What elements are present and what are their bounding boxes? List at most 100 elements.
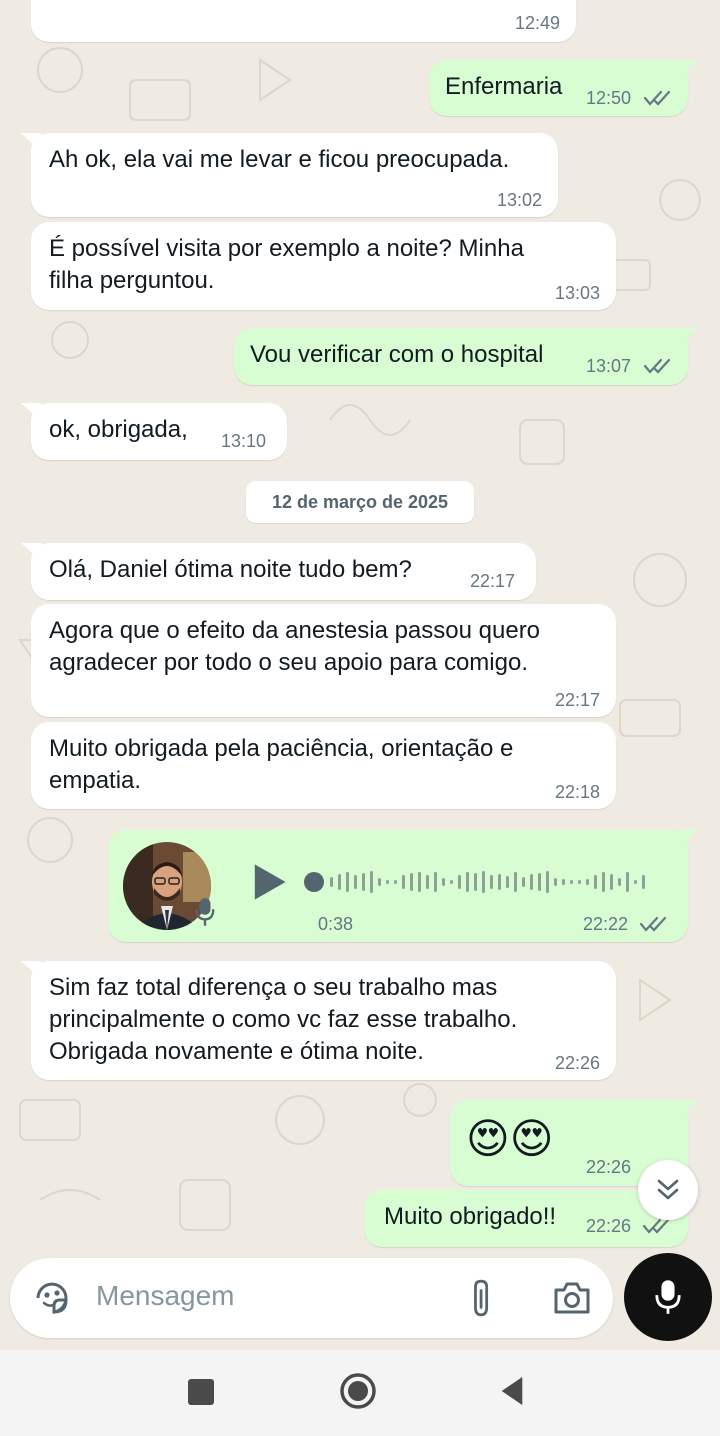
waveform-bar	[522, 877, 525, 887]
waveform-bar	[370, 871, 373, 893]
bubble-tail	[21, 133, 41, 151]
waveform-bar	[474, 873, 477, 891]
message-bubble-incoming[interactable]: Sim faz total diferença o seu trabalho m…	[21, 961, 616, 1080]
waveform-bar	[642, 875, 645, 889]
message-time: 22:22	[583, 914, 629, 934]
waveform-bar	[330, 877, 333, 887]
message-bubble-incoming[interactable]: Muito obrigada pela paciência, orientaçã…	[31, 722, 616, 809]
message-time: 13:03	[554, 283, 600, 303]
message-bubble-outgoing[interactable]: Vou verificar com o hospital 13:07	[234, 328, 698, 385]
waveform-bar	[362, 873, 365, 891]
triangle-back-icon[interactable]	[498, 1374, 526, 1408]
message-text: Olá, Daniel ótima noite tudo bem?	[49, 556, 412, 583]
bubble-tail	[678, 1100, 698, 1118]
waveform-bar	[458, 875, 461, 889]
date-separator: 12 de março de 2025	[246, 481, 474, 523]
message-time: 13:02	[496, 190, 542, 210]
message-text: Ah ok, ela vai me levar e ficou preocupa…	[49, 146, 510, 173]
bubble-tail	[21, 961, 41, 979]
double-check-icon	[639, 916, 667, 932]
message-bubble-outgoing[interactable]: Enfermaria 12:50	[429, 60, 698, 116]
waveform-bar	[586, 879, 589, 885]
message-time: 13:07	[586, 356, 632, 376]
waveform-bar	[450, 880, 453, 884]
message-bubble-incoming[interactable]: ok, obrigada, 13:10	[21, 403, 287, 460]
waveform-bar	[482, 871, 485, 893]
waveform-bar	[506, 876, 509, 888]
message-time: 22:17	[470, 571, 516, 591]
message-text: É possível visita por exemplo a noite? M…	[49, 235, 524, 294]
message-time: 22:18	[554, 782, 600, 802]
message-time: 22:26	[586, 1216, 632, 1236]
message-text: Enfermaria	[445, 73, 563, 100]
waveform-bar	[546, 871, 549, 893]
waveform-bar	[378, 878, 381, 886]
message-bubble-incoming[interactable]: Agora que o efeito da anestesia passou q…	[31, 604, 616, 717]
voice-record-button[interactable]	[624, 1253, 712, 1341]
mic-badge-icon	[195, 898, 215, 926]
paperclip-icon[interactable]	[468, 1277, 496, 1319]
system-nav-bar	[0, 1350, 720, 1436]
waveform-bar	[538, 873, 541, 891]
waveform-bar	[498, 874, 501, 890]
waveform-bar	[562, 879, 565, 885]
waveform-bar	[578, 880, 581, 884]
waveform-bar	[338, 874, 341, 890]
square-icon[interactable]	[186, 1377, 216, 1407]
mic-icon	[655, 1280, 681, 1314]
voice-message-bubble[interactable]: 0:38 22:22	[108, 830, 698, 942]
bubble-tail	[678, 830, 698, 848]
waveform-bar	[386, 880, 389, 884]
sticker-icon[interactable]	[32, 1278, 72, 1318]
waveform-bar	[610, 874, 613, 890]
message-input[interactable]: Mensagem	[96, 1280, 235, 1312]
message-time: 22:26	[586, 1157, 632, 1177]
message-text: 😍😍	[466, 1115, 554, 1162]
bubble-tail	[21, 403, 41, 421]
message-text: Muito obrigada pela paciência, orientaçã…	[49, 735, 514, 794]
double-chevron-down-icon	[657, 1179, 679, 1200]
message-time: 22:17	[554, 690, 600, 710]
waveform-bar	[402, 875, 405, 889]
waveform-bar	[394, 880, 397, 884]
waveform-bar	[442, 878, 445, 886]
waveform-bar	[530, 874, 533, 890]
waveform-bar	[434, 872, 437, 892]
double-check-icon	[643, 358, 671, 374]
waveform-bar	[634, 880, 637, 884]
waveform-bar	[354, 875, 357, 889]
waveform-bar	[426, 875, 429, 889]
waveform-bar	[514, 872, 517, 892]
bubble-tail	[21, 543, 41, 561]
waveform-bar	[570, 880, 573, 884]
waveform-bar	[466, 872, 469, 892]
play-icon[interactable]	[246, 860, 290, 904]
playback-position-dot	[304, 872, 324, 892]
waveform-bar	[490, 875, 493, 889]
message-time: 13:10	[221, 431, 267, 451]
message-bubble-incoming[interactable]: Ah ok, ela vai me levar e ficou preocupa…	[21, 133, 558, 217]
waveform-bar	[554, 878, 557, 886]
message-bubble-incoming[interactable]: Olá, Daniel ótima noite tudo bem? 22:17	[21, 543, 536, 600]
message-text: ok, obrigada,	[49, 416, 188, 443]
message-bubble-incoming[interactable]: É possível visita por exemplo a noite? M…	[31, 222, 616, 310]
circle-icon[interactable]	[338, 1371, 378, 1411]
message-composer[interactable]: Mensagem	[10, 1258, 613, 1338]
waveform-bar	[602, 872, 605, 892]
message-text: Agora que o efeito da anestesia passou q…	[49, 617, 541, 676]
message-text: Sim faz total diferença o seu trabalho m…	[49, 974, 518, 1065]
message-text: Muito obrigado!!	[384, 1203, 557, 1230]
audio-waveform[interactable]	[304, 862, 664, 902]
message-text: Vou verificar com o hospital	[250, 341, 544, 368]
message-bubble-incoming[interactable]: 12:49	[31, 0, 576, 42]
message-time: 22:26	[554, 1053, 600, 1073]
waveform-bar	[346, 872, 349, 892]
camera-icon[interactable]	[552, 1280, 592, 1316]
waveform-bar	[618, 878, 621, 886]
bubble-tail	[678, 328, 698, 346]
waveform-bar	[594, 875, 597, 889]
message-time: 12:49	[514, 13, 560, 33]
waveform-bar	[410, 873, 413, 891]
voice-duration: 0:38	[318, 914, 354, 934]
scroll-to-bottom-button[interactable]	[638, 1160, 698, 1220]
